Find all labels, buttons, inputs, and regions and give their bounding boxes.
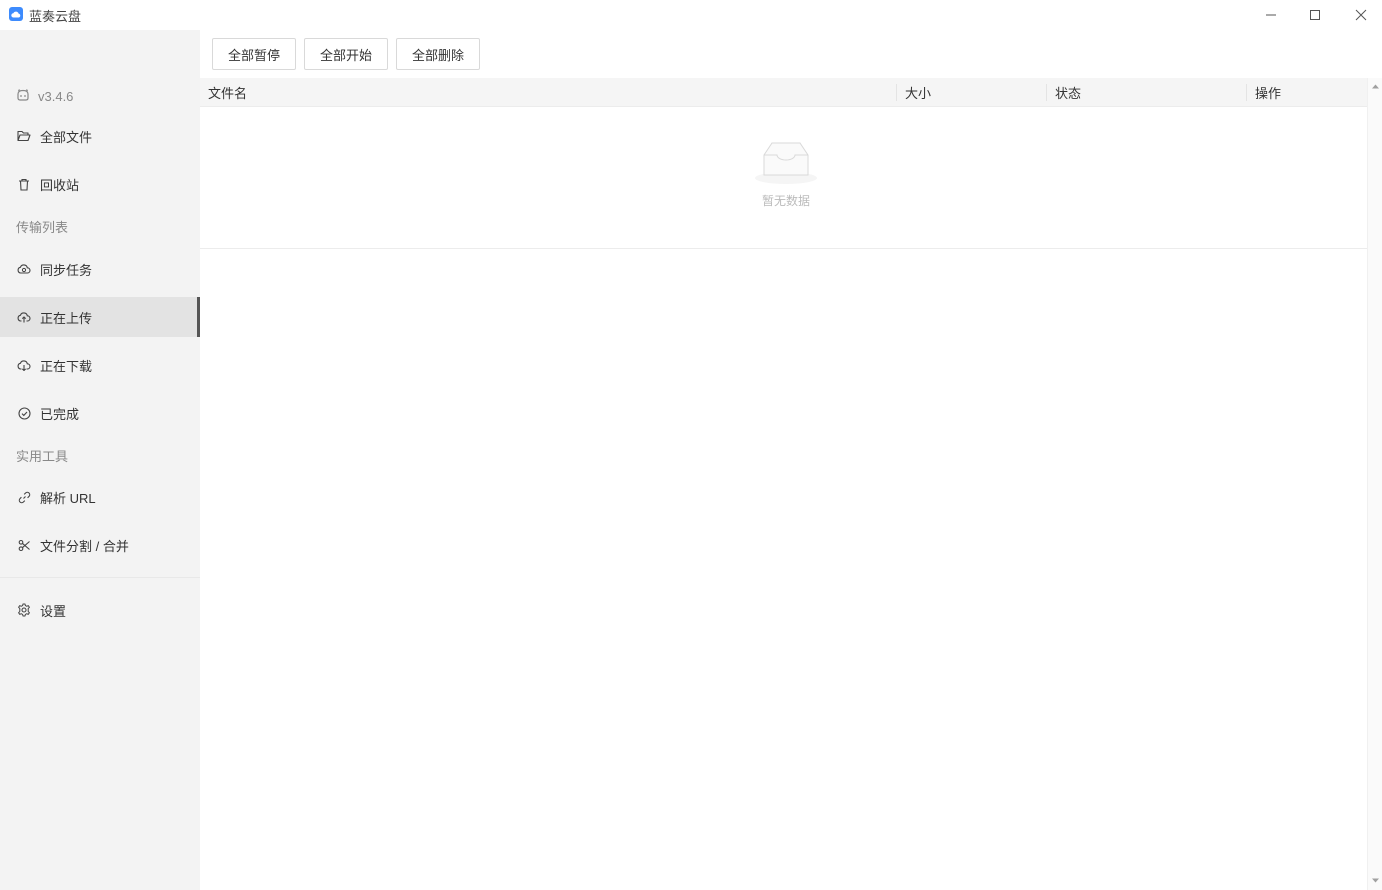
cloud-upload-icon (16, 309, 32, 325)
sidebar-item-uploading[interactable]: 正在上传 (0, 297, 200, 337)
sidebar-item-file-split-merge[interactable]: 文件分割 / 合并 (0, 525, 200, 565)
scroll-up-arrow-icon[interactable] (1371, 82, 1380, 91)
column-header-size[interactable]: 大小 (905, 78, 931, 107)
sidebar-item-sync-tasks[interactable]: 同步任务 (0, 249, 200, 289)
minimize-button[interactable] (1248, 0, 1294, 30)
scroll-down-arrow-icon[interactable] (1371, 876, 1380, 885)
column-divider (896, 84, 897, 101)
sidebar-item-label: 文件分割 / 合并 (40, 538, 129, 554)
close-button[interactable] (1338, 0, 1382, 30)
column-header-filename[interactable]: 文件名 (208, 78, 247, 107)
table-header: 文件名 大小 状态 操作 (200, 78, 1367, 107)
sidebar-item-label: 回收站 (40, 177, 80, 193)
version-info: v3.4.6 (16, 86, 73, 106)
sidebar-item-label: 设置 (40, 603, 67, 619)
empty-state-text: 暂无数据 (761, 194, 810, 208)
table-body: 暂无数据 (200, 107, 1367, 249)
main-panel: 全部暂停 全部开始 全部删除 文件名 大小 状态 操作 暂无数据 (200, 30, 1382, 890)
minimize-icon (1266, 14, 1276, 16)
github-icon (16, 88, 30, 104)
sidebar-item-label: 解析 URL (40, 490, 96, 506)
sidebar: v3.4.6 全部文件 回收站 传输列表 同步任务 正在上传 正在下载 已完成 … (0, 30, 200, 890)
maximize-button[interactable] (1292, 0, 1338, 30)
close-icon (1355, 9, 1367, 21)
title-bar: 蓝奏云盘 (0, 0, 1382, 30)
column-divider (1046, 84, 1047, 101)
scissors-icon (16, 537, 32, 553)
sidebar-item-completed[interactable]: 已完成 (0, 393, 200, 433)
empty-inbox-icon (754, 141, 818, 188)
maximize-icon (1310, 10, 1320, 20)
empty-state: 暂无数据 (748, 141, 824, 209)
sidebar-item-label: 正在上传 (40, 310, 93, 326)
app-logo-icon (9, 7, 23, 21)
folder-open-icon (16, 128, 32, 144)
gear-icon (16, 602, 32, 618)
pause-all-button[interactable]: 全部暂停 (212, 38, 296, 70)
sidebar-item-recycle-bin[interactable]: 回收站 (0, 164, 200, 204)
sidebar-item-label: 全部文件 (40, 129, 93, 145)
sidebar-divider (0, 577, 200, 578)
sidebar-item-label: 正在下载 (40, 358, 93, 374)
trash-icon (16, 176, 32, 192)
section-label-transfer: 传输列表 (16, 220, 69, 235)
sidebar-item-all-files[interactable]: 全部文件 (0, 116, 200, 156)
sidebar-item-label: 已完成 (40, 406, 80, 422)
cloud-sync-icon (16, 261, 32, 277)
column-header-status[interactable]: 状态 (1055, 78, 1081, 107)
start-all-button[interactable]: 全部开始 (304, 38, 388, 70)
link-icon (16, 489, 32, 505)
column-divider (1246, 84, 1247, 101)
version-label: v3.4.6 (38, 88, 74, 104)
sidebar-item-settings[interactable]: 设置 (0, 590, 200, 630)
check-circle-icon (16, 405, 32, 421)
section-label-tools: 实用工具 (16, 449, 69, 464)
sidebar-item-parse-url[interactable]: 解析 URL (0, 477, 200, 517)
window-title: 蓝奏云盘 (29, 9, 82, 24)
delete-all-button[interactable]: 全部删除 (396, 38, 480, 70)
vertical-scrollbar[interactable] (1367, 78, 1382, 890)
sidebar-item-label: 同步任务 (40, 262, 93, 278)
column-header-actions[interactable]: 操作 (1255, 78, 1281, 107)
cloud-download-icon (16, 357, 32, 373)
sidebar-item-downloading[interactable]: 正在下载 (0, 345, 200, 385)
